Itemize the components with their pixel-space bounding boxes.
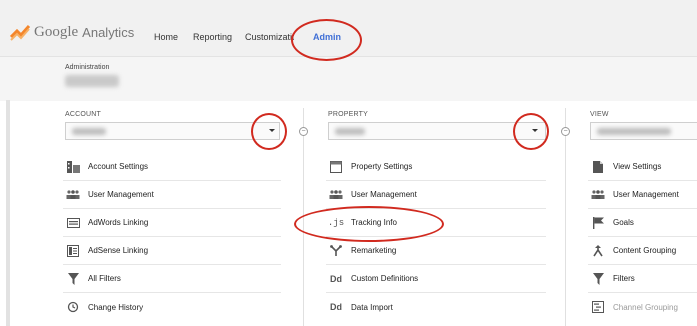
logo-analytics-text: Analytics [82, 25, 135, 40]
filter-icon [66, 272, 80, 286]
users-icon [329, 188, 343, 202]
account-column-title: ACCOUNT [65, 111, 102, 118]
property-column-title: PROPERTY [328, 111, 368, 118]
view-filters-item[interactable]: Filters [588, 265, 697, 293]
filter-icon [591, 272, 605, 286]
content-grouping-icon [591, 244, 605, 258]
view-column-title: VIEW [590, 111, 609, 118]
property-settings-label: Property Settings [351, 162, 413, 171]
account-selector-value-blurred [72, 128, 106, 135]
channel-grouping-item[interactable]: Channel Grouping [588, 293, 697, 321]
document-icon [591, 160, 605, 174]
account-user-management-item[interactable]: User Management [63, 181, 281, 209]
nav-reporting[interactable]: Reporting [193, 32, 232, 42]
history-icon [66, 300, 80, 314]
view-settings-item[interactable]: View Settings [588, 153, 697, 181]
custom-definitions-label: Custom Definitions [351, 274, 419, 283]
property-user-management-label: User Management [351, 190, 417, 199]
goals-item[interactable]: Goals [588, 209, 697, 237]
account-settings-label: Account Settings [88, 162, 149, 171]
data-import-item[interactable]: Dd Data Import [326, 293, 546, 321]
left-edge-bar [6, 100, 10, 326]
view-user-management-item[interactable]: User Management [588, 181, 697, 209]
view-selector-value-blurred [597, 128, 671, 135]
data-import-label: Data Import [351, 302, 393, 312]
collapse-account-icon[interactable]: − [299, 127, 308, 136]
logo-google-text: Google [34, 24, 79, 40]
custom-definitions-item[interactable]: Dd Custom Definitions [326, 265, 546, 293]
property-settings-icon [329, 160, 343, 174]
collapse-property-icon[interactable]: − [561, 127, 570, 136]
users-icon [591, 188, 605, 202]
account-caret-highlight-ring [251, 113, 287, 150]
flag-icon [591, 216, 605, 230]
analytics-logo-icon [10, 25, 30, 41]
adsense-linking-item[interactable]: AdSense Linking [63, 237, 281, 265]
adsense-linking-label: AdSense Linking [88, 246, 149, 255]
admin-highlight-ring [291, 19, 362, 61]
adwords-linking-item[interactable]: AdWords Linking [63, 209, 281, 237]
property-user-management-item[interactable]: User Management [326, 181, 546, 209]
property-caret-highlight-ring [513, 113, 549, 150]
nav-customization[interactable]: Customization [245, 32, 294, 42]
building-icon [66, 160, 80, 174]
all-filters-label: All Filters [88, 274, 121, 283]
remarketing-label: Remarketing [351, 246, 397, 255]
property-view-divider [565, 108, 566, 326]
account-user-management-label: User Management [88, 190, 154, 199]
tracking-info-highlight-ring [294, 206, 444, 242]
adwords-icon [66, 216, 80, 230]
adwords-linking-label: AdWords Linking [88, 218, 149, 227]
account-selector[interactable] [65, 122, 280, 140]
custom-definitions-icon: Dd [330, 273, 342, 284]
remarketing-icon [329, 244, 343, 258]
data-import-icon: Dd [330, 302, 342, 312]
nav-home[interactable]: Home [154, 32, 178, 42]
administration-account-name-blurred [65, 75, 119, 87]
content-grouping-label: Content Grouping [613, 246, 677, 255]
view-selector[interactable] [590, 122, 697, 140]
change-history-item[interactable]: Change History [63, 293, 281, 321]
account-settings-item[interactable]: Account Settings [63, 153, 281, 181]
view-user-management-label: User Management [613, 190, 679, 199]
google-analytics-logo[interactable]: Google Analytics [10, 24, 134, 41]
administration-label: Administration [65, 64, 110, 71]
adsense-icon [66, 244, 80, 258]
change-history-label: Change History [88, 302, 144, 312]
all-filters-item[interactable]: All Filters [63, 265, 281, 293]
channel-grouping-icon [591, 300, 605, 314]
content-grouping-item[interactable]: Content Grouping [588, 237, 697, 265]
channel-grouping-label: Channel Grouping [613, 302, 678, 312]
property-settings-item[interactable]: Property Settings [326, 153, 546, 181]
users-icon [66, 188, 80, 202]
goals-label: Goals [613, 218, 634, 227]
view-settings-label: View Settings [613, 162, 662, 171]
property-selector-value-blurred [335, 128, 365, 135]
view-filters-label: Filters [613, 274, 635, 283]
